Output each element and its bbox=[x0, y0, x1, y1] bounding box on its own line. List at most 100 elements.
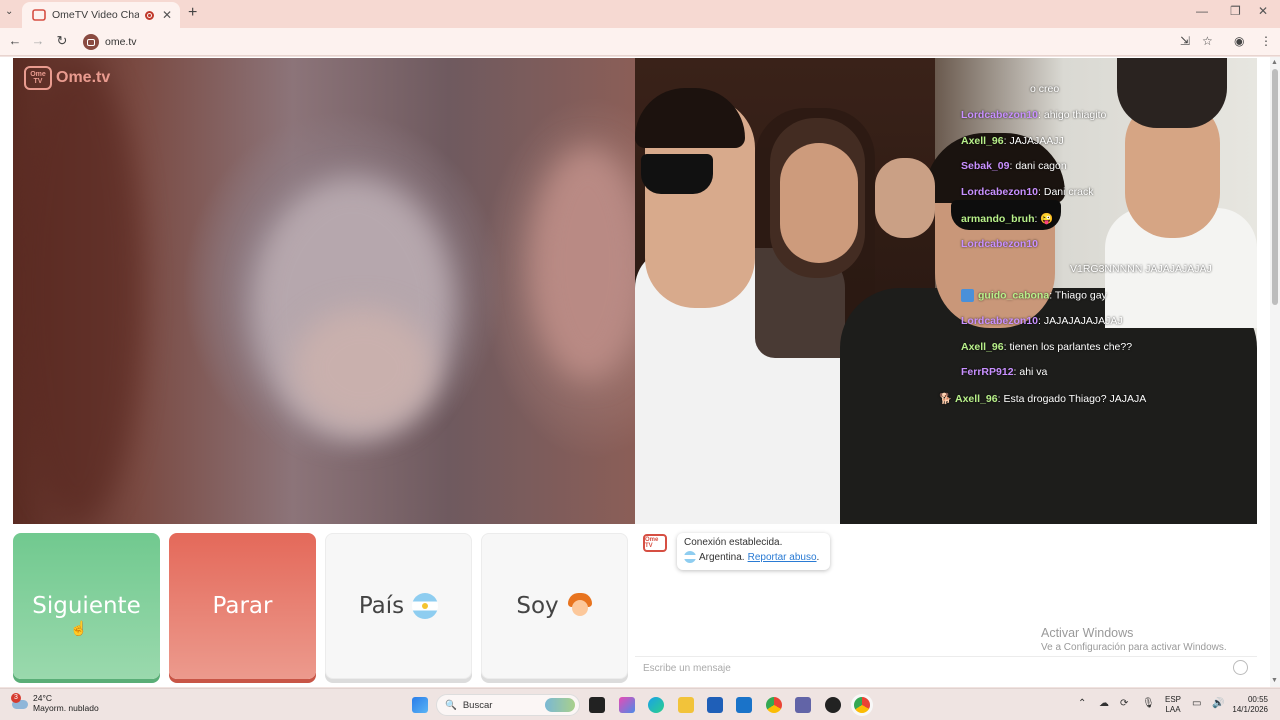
install-app-icon[interactable]: ⇲ bbox=[1180, 34, 1190, 48]
stop-button-label: Parar bbox=[212, 593, 273, 619]
browser-tab-bar: ⌄ OmeTV Video Chat — Omegle ✕ + — ❐ ✕ bbox=[0, 0, 1280, 28]
address-bar: ← → ↻ ome.tv ⇲ ☆ ◉ ⋮ bbox=[0, 28, 1280, 56]
search-icon: 🔍 bbox=[445, 699, 457, 711]
reload-icon[interactable]: ↻ bbox=[54, 33, 70, 49]
argentina-flag-icon bbox=[412, 593, 439, 619]
clock-date: 14/1/2026 bbox=[1232, 705, 1268, 714]
window-close-icon[interactable]: ✕ bbox=[1258, 4, 1268, 18]
copilot-icon[interactable] bbox=[619, 697, 635, 713]
back-arrow-icon[interactable]: ← bbox=[7, 33, 23, 48]
bookmark-star-icon[interactable]: ☆ bbox=[1202, 34, 1213, 48]
cloud-icon: 3 bbox=[11, 693, 28, 710]
chat-message: 🐕 Axell_96: Esta drogado Thiago? JAJAJA bbox=[939, 393, 1147, 405]
watermark-title: Activar Windows bbox=[1041, 626, 1134, 640]
weather-temp: 24°C bbox=[33, 693, 52, 703]
scroll-down-icon[interactable]: ▼ bbox=[1271, 677, 1278, 684]
gender-button[interactable]: Soy bbox=[481, 533, 628, 679]
chat-message: Axell_96: tienen los parlantes che?? bbox=[961, 341, 1133, 353]
logo-tv-icon: Ome TV bbox=[24, 66, 52, 90]
chat-message: V1RG3NNNNN JAJAJAJAJAJ bbox=[1070, 263, 1212, 275]
country-button-label: País bbox=[358, 593, 405, 619]
windows-activation-watermark: Activar Windows Ve a Configuración para … bbox=[1041, 626, 1227, 653]
app-icon[interactable] bbox=[825, 697, 841, 713]
connected-text: Conexión establecida. bbox=[684, 537, 783, 548]
chrome-icon[interactable] bbox=[766, 697, 782, 713]
weather-widget[interactable]: 3 24°C Mayorm. nublado bbox=[11, 693, 99, 713]
task-view-icon[interactable] bbox=[589, 697, 605, 713]
page-scrollbar[interactable]: ▲ ▼ bbox=[1270, 57, 1280, 687]
lang-bottom: LAA bbox=[1165, 705, 1181, 714]
next-button-label: Siguiente bbox=[32, 593, 141, 619]
message-input[interactable]: Escribe un mensaje bbox=[635, 656, 1257, 680]
new-tab-icon[interactable]: + bbox=[188, 4, 197, 22]
minimize-icon[interactable]: — bbox=[1196, 4, 1208, 18]
windows-taskbar: 3 24°C Mayorm. nublado 🔍 Buscar ⌃ ☁ ⟳ 🎙 … bbox=[0, 688, 1280, 720]
emoji-icon[interactable] bbox=[1233, 660, 1248, 675]
restore-icon[interactable]: ❐ bbox=[1230, 4, 1241, 18]
logo-text: Ome.tv bbox=[56, 69, 111, 86]
search-highlight-icon bbox=[545, 698, 575, 712]
tray-monitor-icon[interactable]: ▭ bbox=[1192, 698, 1201, 709]
url-field[interactable]: ome.tv bbox=[105, 36, 137, 48]
site-info-icon[interactable] bbox=[83, 34, 99, 50]
local-video bbox=[13, 58, 635, 524]
tray-cloud-icon[interactable]: ☁ bbox=[1099, 698, 1109, 709]
next-button[interactable]: Siguiente bbox=[13, 533, 160, 679]
chat-message: armando_bruh: 😜 bbox=[961, 213, 1054, 225]
tray-mic-icon[interactable]: 🎙 bbox=[1142, 698, 1155, 709]
boy-avatar-icon bbox=[567, 593, 593, 619]
forward-arrow-icon[interactable]: → bbox=[30, 33, 46, 48]
report-suffix: . bbox=[816, 551, 820, 563]
clock[interactable]: 00:55 14/1/2026 bbox=[1222, 695, 1268, 715]
chat-message: Lordcabezon10: ahigo thiagito bbox=[961, 109, 1107, 121]
chat-message: guido_cabona: Thiago gay bbox=[961, 289, 1107, 302]
stop-button[interactable]: Parar bbox=[169, 533, 316, 679]
argentina-flag-mini-icon bbox=[684, 551, 696, 563]
ometv-logo: Ome TV Ome.tv bbox=[24, 66, 110, 90]
chat-message: Axell_96: JAJAJAAJJ bbox=[961, 135, 1064, 147]
browser-tab-active[interactable]: OmeTV Video Chat — Omegle ✕ bbox=[22, 2, 180, 28]
outlook-icon[interactable] bbox=[736, 697, 752, 713]
recording-indicator-icon bbox=[145, 10, 154, 20]
stream-badge-icon bbox=[961, 289, 974, 302]
tab-title: OmeTV Video Chat — Omegle bbox=[52, 9, 139, 21]
ometv-system-icon: Ome TV bbox=[643, 534, 667, 552]
mouse-cursor-icon: ☝ bbox=[70, 620, 88, 636]
search-label: Buscar bbox=[462, 699, 493, 711]
system-message: Conexión establecida. Argentina. Reporta… bbox=[677, 533, 830, 570]
teams-icon[interactable] bbox=[795, 697, 811, 713]
tab-close-icon[interactable]: ✕ bbox=[160, 8, 174, 22]
edge-icon[interactable] bbox=[648, 697, 664, 713]
scroll-up-icon[interactable]: ▲ bbox=[1271, 59, 1278, 66]
browser-menu-icon[interactable]: ⋮ bbox=[1260, 34, 1272, 48]
tray-sync-icon[interactable]: ⟳ bbox=[1120, 698, 1128, 709]
file-explorer-icon[interactable] bbox=[678, 697, 694, 713]
tab-list-chevron-icon[interactable]: ⌄ bbox=[5, 6, 13, 17]
remote-video: o creo Lordcabezon10: ahigo thiagito Axe… bbox=[635, 58, 1257, 524]
ometv-favicon-icon bbox=[32, 9, 46, 21]
chat-message: o creo bbox=[1030, 83, 1060, 95]
scroll-thumb[interactable] bbox=[1272, 69, 1278, 305]
store-icon[interactable] bbox=[707, 697, 723, 713]
lang-top: ESP bbox=[1165, 695, 1182, 704]
chat-message: Sebak_09: dani cagon bbox=[961, 160, 1067, 172]
clock-time: 00:55 bbox=[1247, 695, 1268, 704]
dog-badge-icon: 🐕 bbox=[939, 393, 953, 405]
chat-message: Lordcabezon10: JAJAJAJAJAJAJ bbox=[961, 315, 1123, 327]
gender-button-label: Soy bbox=[516, 593, 559, 619]
taskbar-search[interactable]: 🔍 Buscar bbox=[436, 694, 580, 716]
tray-chevron-up-icon[interactable]: ⌃ bbox=[1078, 698, 1086, 709]
chat-message: Lordcabezon10: Dani crack bbox=[961, 186, 1094, 198]
country-text: Argentina. bbox=[699, 551, 745, 563]
profile-avatar-icon[interactable]: ◉ bbox=[1234, 34, 1244, 48]
watermark-subtitle: Ve a Configuración para activar Windows. bbox=[1041, 642, 1227, 653]
weather-badge: 3 bbox=[11, 693, 21, 703]
windows-start-icon[interactable] bbox=[412, 697, 428, 713]
chat-message: FerrRP912: ahi va bbox=[961, 366, 1048, 378]
input-language[interactable]: ESP LAA bbox=[1165, 695, 1181, 715]
chat-message: Lordcabezon10 bbox=[961, 238, 1039, 250]
weather-desc: Mayorm. nublado bbox=[33, 703, 99, 713]
chrome-active-icon[interactable] bbox=[854, 697, 870, 713]
country-button[interactable]: País bbox=[325, 533, 472, 679]
report-abuse-link[interactable]: Reportar abuso bbox=[748, 552, 817, 563]
